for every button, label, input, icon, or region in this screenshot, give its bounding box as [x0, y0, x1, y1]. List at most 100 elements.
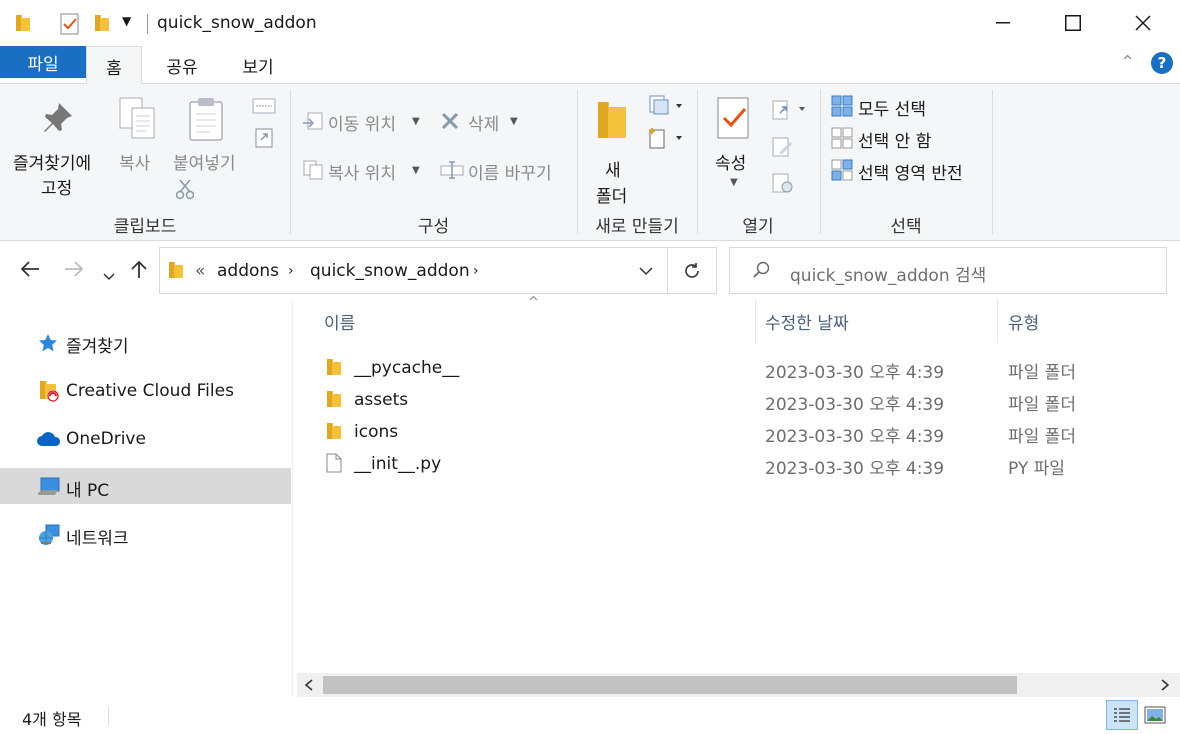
move-to-button[interactable]: 이동 위치 ▼ — [298, 106, 423, 136]
sidebar-item-label: 네트워크 — [66, 529, 129, 549]
new-folder-label-line2: 폴더 — [596, 187, 628, 207]
column-header-date[interactable]: 수정한 날짜 — [756, 299, 997, 343]
help-icon[interactable]: ? — [1151, 52, 1173, 74]
status-bar: 4개 항목 — [0, 697, 1180, 734]
breadcrumb-quick-snow-addon[interactable]: quick_snow_addon — [310, 261, 470, 281]
paste-button[interactable]: 붙여넣기 — [168, 94, 248, 204]
search-box[interactable]: quick_snow_addon 검색 — [729, 247, 1167, 294]
address-bar-row: « addons › quick_snow_addon › quick_snow… — [0, 241, 1180, 299]
history-icon[interactable] — [772, 172, 794, 194]
new-folder-label-line1: 새 — [605, 161, 621, 181]
properties-quick-access-icon[interactable] — [60, 13, 80, 35]
refresh-icon — [685, 262, 699, 278]
sidebar-item-creative-cloud-files[interactable]: Creative Cloud Files — [0, 373, 291, 409]
onedrive-cloud-icon — [36, 430, 62, 448]
paste-shortcut-icon[interactable] — [255, 126, 273, 148]
scroll-left-arrow-icon[interactable] — [304, 679, 314, 691]
open-icon[interactable] — [772, 99, 808, 121]
file-row[interactable]: __pycache__ 2023-03-30 오후 4:39 파일 폴더 — [317, 352, 1180, 384]
refresh-button[interactable] — [668, 247, 717, 294]
group-label-select: 선택 — [890, 217, 922, 237]
sidebar-item-this-pc[interactable]: 내 PC — [0, 468, 291, 504]
creative-cloud-folder-icon — [38, 379, 62, 403]
column-header-name[interactable]: 이름 — [317, 299, 755, 343]
file-row[interactable]: assets 2023-03-30 오후 4:39 파일 폴더 — [317, 384, 1180, 416]
title-bar: ▼ quick_snow_addon — [0, 0, 1180, 46]
paste-label: 붙여넣기 — [173, 154, 236, 174]
copy-button[interactable]: 복사 — [112, 94, 164, 174]
new-folder-quick-access-icon[interactable] — [93, 13, 111, 33]
new-folder-icon — [596, 98, 628, 140]
address-box[interactable]: « addons › quick_snow_addon › — [159, 247, 668, 294]
customize-quick-access-chevron-icon[interactable]: ▼ — [122, 14, 131, 28]
copy-label: 복사 — [119, 154, 151, 174]
cut-scissors-icon[interactable] — [176, 178, 194, 200]
file-name: __pycache__ — [354, 358, 460, 378]
properties-button[interactable]: 속성 ▼ — [705, 94, 765, 204]
forward-arrow-icon[interactable] — [63, 259, 85, 283]
tab-home[interactable]: 홈 — [86, 46, 142, 85]
details-view-icon[interactable] — [1106, 700, 1138, 730]
breadcrumb-chevron-icon[interactable]: › — [288, 263, 294, 279]
sidebar-item-onedrive[interactable]: OneDrive — [0, 421, 291, 457]
computer-icon — [37, 476, 61, 498]
select-none-button[interactable]: 선택 안 함 — [828, 124, 968, 152]
new-item-icon[interactable] — [648, 94, 684, 116]
window-title: quick_snow_addon — [157, 13, 317, 33]
back-arrow-icon[interactable] — [19, 259, 41, 283]
copy-path-icon[interactable] — [252, 98, 276, 114]
pin-icon — [41, 100, 75, 134]
horizontal-scrollbar[interactable] — [297, 673, 1180, 697]
search-input[interactable]: quick_snow_addon 검색 — [790, 261, 986, 286]
column-header-label: 유형 — [1008, 314, 1040, 334]
column-header-type[interactable]: 유형 — [998, 299, 1178, 343]
address-dropdown-chevron-icon[interactable] — [639, 266, 653, 276]
scrollbar-thumb[interactable] — [323, 676, 1017, 694]
breadcrumb-addons[interactable]: addons — [217, 261, 279, 281]
minimize-button[interactable] — [968, 0, 1038, 46]
file-date: 2023-03-30 오후 4:39 — [765, 427, 945, 447]
edit-icon[interactable] — [772, 136, 794, 158]
delete-button[interactable]: 삭제 ▼ — [430, 106, 525, 136]
maximize-button[interactable] — [1038, 0, 1108, 46]
ribbon: 즐겨찾기에 고정 복사 붙여넣기 클립보드 이동 위치 ▼ 복사 위치 ▼ 삭제… — [0, 84, 1180, 241]
file-type: 파일 폴더 — [1008, 363, 1076, 383]
sidebar-item-network[interactable]: 네트워크 — [0, 516, 291, 552]
status-separator — [108, 707, 109, 725]
breadcrumb-overflow[interactable]: « — [195, 261, 205, 281]
navigation-pane: 즐겨찾기 Creative Cloud Files OneDrive 내 PC … — [0, 299, 292, 697]
up-arrow-icon[interactable] — [130, 259, 148, 284]
recent-locations-chevron-icon[interactable] — [103, 263, 115, 287]
tab-share[interactable]: 공유 — [150, 46, 214, 84]
sidebar-item-quick-access[interactable]: 즐겨찾기 — [0, 324, 291, 360]
tab-view[interactable]: 보기 — [226, 46, 290, 84]
select-all-button[interactable]: 모두 선택 — [828, 92, 968, 120]
sidebar-item-label: 내 PC — [66, 481, 110, 501]
tab-file[interactable]: 파일 — [0, 46, 86, 78]
file-row[interactable]: __init__.py 2023-03-30 오후 4:39 PY 파일 — [317, 448, 1180, 480]
file-type: PY 파일 — [1008, 459, 1065, 479]
file-name: __init__.py — [354, 454, 442, 474]
column-header-label: 수정한 날짜 — [765, 314, 849, 334]
rename-button[interactable]: 이름 바꾸기 — [430, 155, 570, 185]
close-button[interactable] — [1108, 0, 1178, 46]
file-row[interactable]: icons 2023-03-30 오후 4:39 파일 폴더 — [317, 416, 1180, 448]
large-icons-view-icon[interactable] — [1144, 706, 1166, 724]
collapse-ribbon-icon[interactable]: ⌃ — [1120, 52, 1135, 73]
breadcrumb-chevron-icon[interactable]: › — [473, 263, 479, 279]
folder-icon — [326, 389, 342, 409]
folder-icon — [168, 260, 184, 280]
easy-access-icon[interactable] — [648, 126, 684, 150]
sidebar-item-label: 즐겨찾기 — [66, 337, 129, 357]
copy-to-button[interactable]: 복사 위치 ▼ — [298, 155, 423, 185]
new-folder-button[interactable]: 새 폴더 — [588, 94, 638, 207]
pane-divider[interactable] — [292, 299, 293, 697]
invert-selection-button[interactable]: 선택 영역 반전 — [828, 156, 988, 184]
close-icon — [1135, 15, 1151, 31]
pin-to-quick-access-button[interactable]: 즐겨찾기에 고정 — [8, 94, 108, 204]
search-icon — [752, 261, 770, 279]
column-header-label: 이름 — [324, 314, 356, 334]
scroll-right-arrow-icon[interactable] — [1160, 679, 1170, 691]
file-type: 파일 폴더 — [1008, 427, 1076, 447]
pin-label-line1: 즐겨찾기에 — [13, 154, 92, 174]
